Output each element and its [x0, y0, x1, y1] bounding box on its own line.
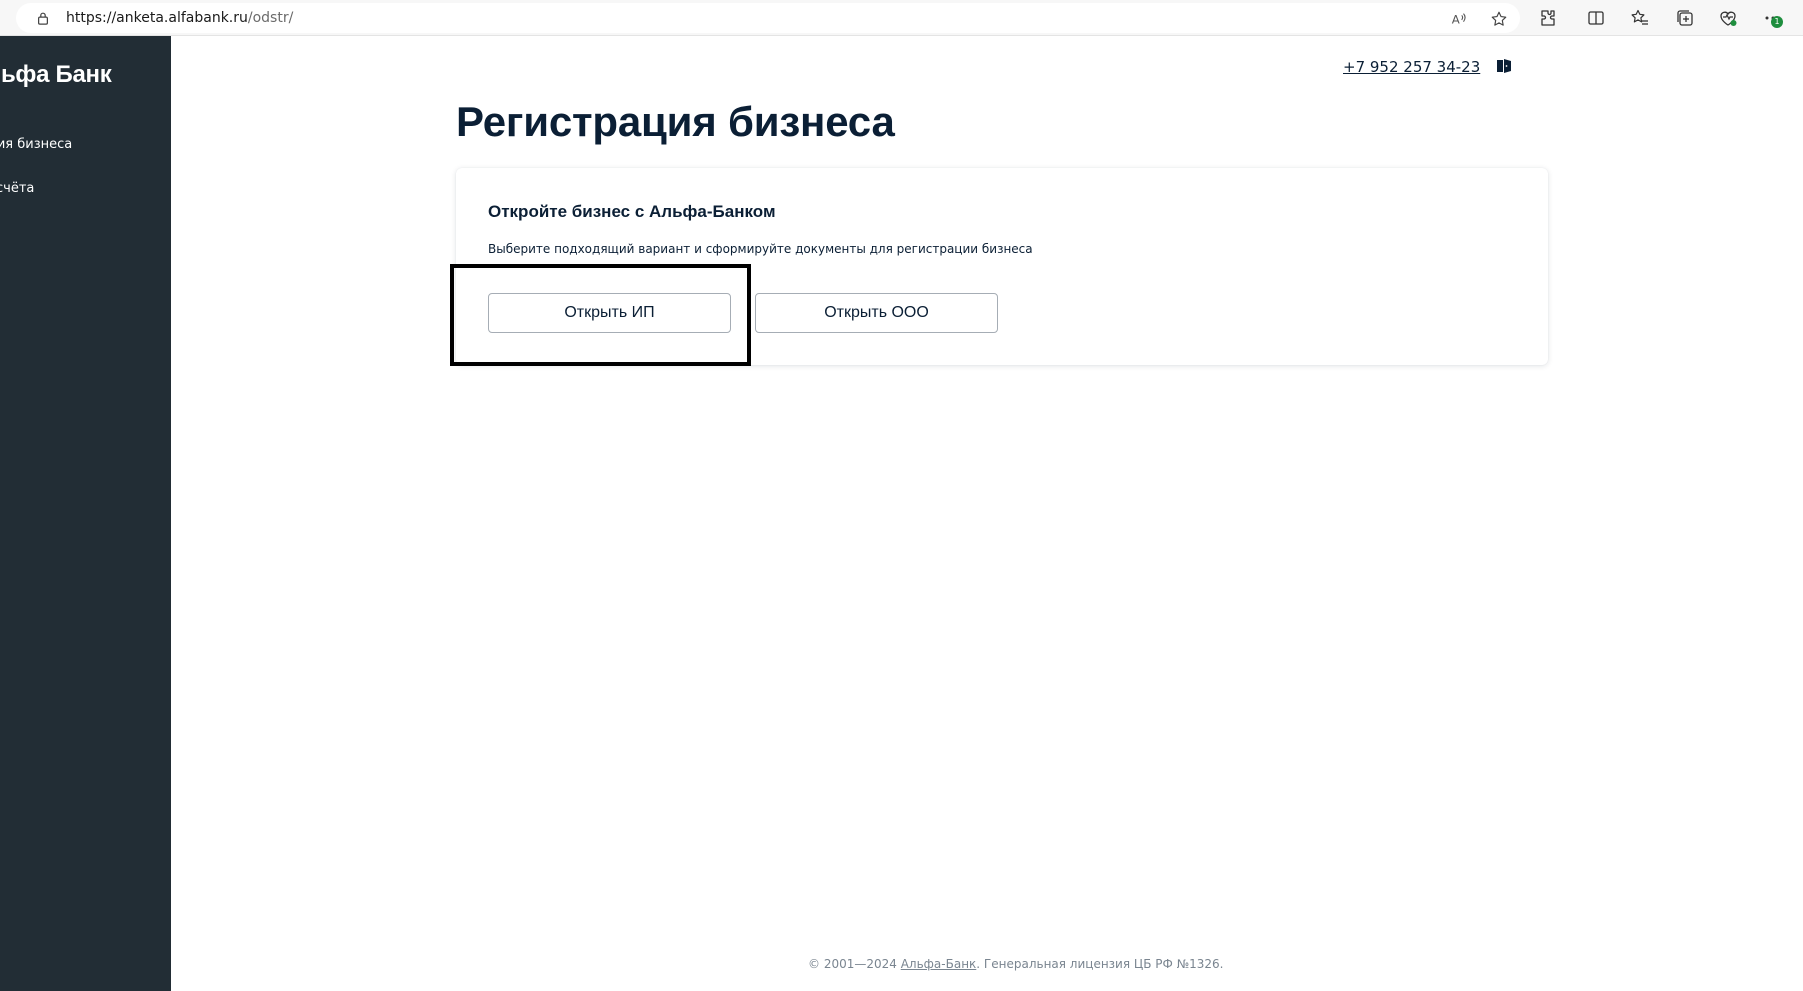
read-aloud-icon[interactable]: A: [1450, 10, 1468, 28]
svg-text:A: A: [1452, 13, 1460, 27]
card-title: Откройте бизнес с Альфа-Банком: [488, 202, 776, 221]
phone-link[interactable]: +7 952 257 34-23: [1343, 58, 1480, 76]
notification-badge: 1: [1771, 16, 1783, 28]
sidebar: льфа Банк ция бизнеса счёта: [0, 36, 171, 991]
page-title: Регистрация бизнеса: [456, 98, 895, 145]
address-bar[interactable]: https://anketa.alfabank.ru/odstr/ A: [16, 3, 1520, 33]
alfa-bank-logo[interactable]: льфа Банк: [0, 61, 112, 89]
footer-license: . Генеральная лицензия ЦБ РФ №1326.: [976, 957, 1224, 971]
lock-icon[interactable]: [36, 11, 50, 25]
footer: © 2001—2024 Альфа-Банк. Генеральная лице…: [808, 957, 1223, 971]
browser-essentials-icon[interactable]: [1718, 8, 1738, 28]
footer-alfa-bank-link[interactable]: Альфа-Банк: [901, 957, 977, 971]
exit-icon[interactable]: [1495, 57, 1513, 75]
sidebar-item-business-registration[interactable]: ция бизнеса: [0, 137, 72, 152]
open-ooo-button[interactable]: Открыть ООО: [755, 293, 998, 333]
url-text[interactable]: https://anketa.alfabank.ru/odstr/: [66, 10, 293, 26]
extensions-icon[interactable]: [1538, 8, 1558, 28]
footer-copyright: © 2001—2024: [808, 957, 901, 971]
favorite-star-icon[interactable]: [1490, 10, 1508, 28]
split-screen-icon[interactable]: [1586, 8, 1606, 28]
browser-toolbar: https://anketa.alfabank.ru/odstr/ A 1: [0, 0, 1803, 36]
url-host: https://anketa.alfabank.ru: [66, 10, 248, 26]
url-path: /odstr/: [247, 10, 294, 26]
sidebar-item-account-opening[interactable]: счёта: [0, 181, 34, 196]
card-subtitle: Выберите подходящий вариант и сформируйт…: [488, 242, 1033, 256]
favorites-icon[interactable]: [1630, 8, 1650, 28]
collections-icon[interactable]: [1675, 8, 1695, 28]
highlight-frame: [450, 264, 751, 366]
